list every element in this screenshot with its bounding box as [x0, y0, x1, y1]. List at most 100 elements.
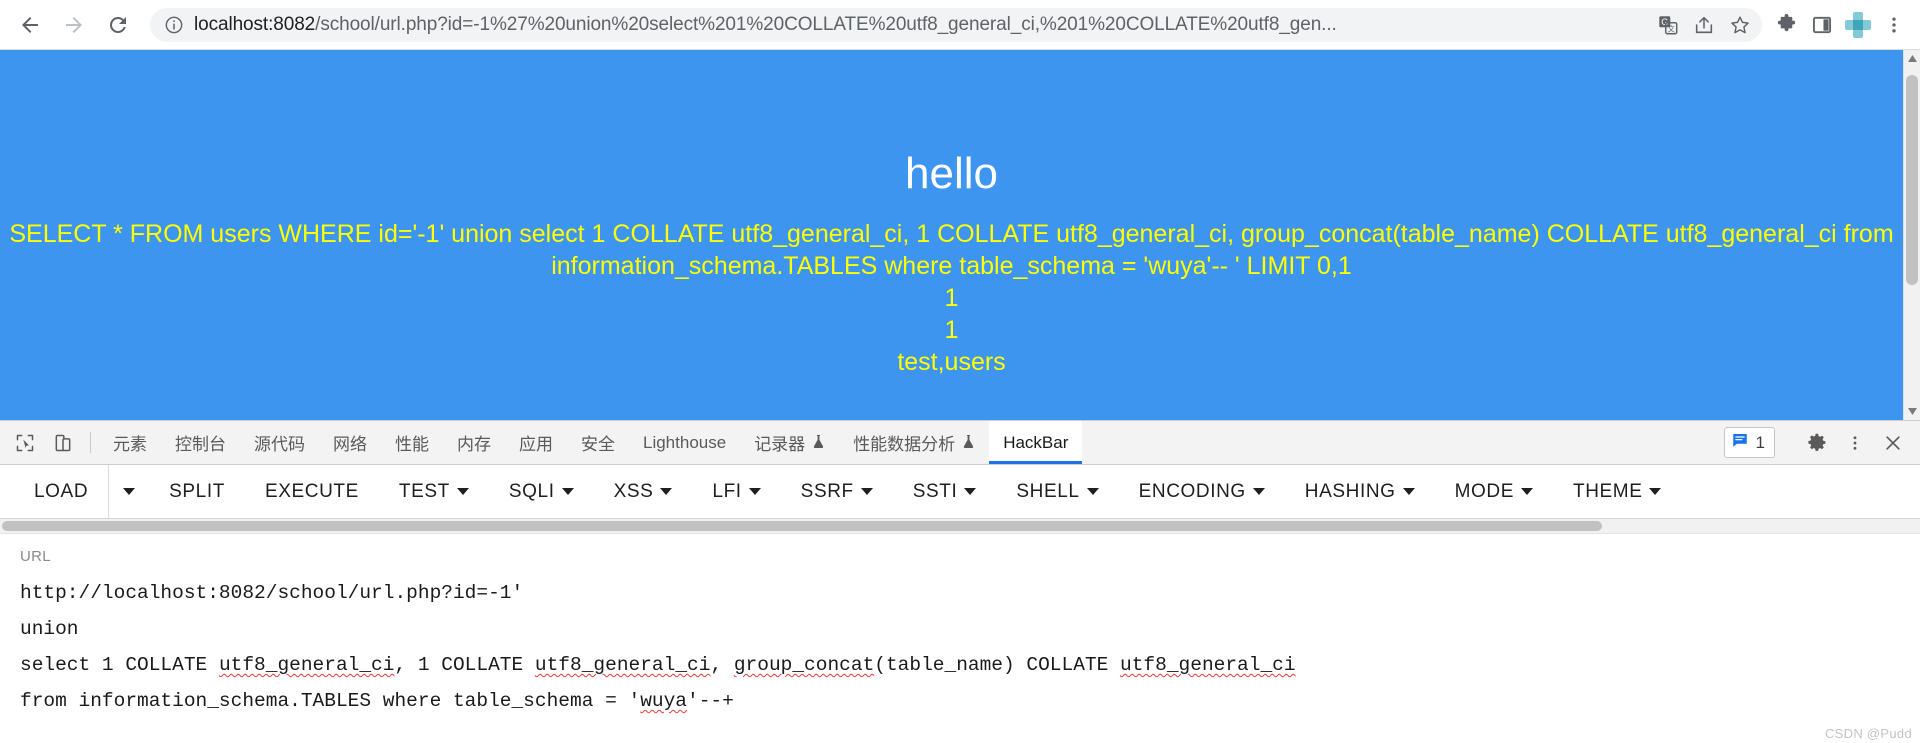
extensions-puzzle-icon[interactable]	[1768, 7, 1804, 43]
hackbar-load-dropdown[interactable]	[108, 465, 149, 518]
scrollbar-track[interactable]	[1904, 67, 1920, 403]
address-bar-url: localhost:8082/school/url.php?id=-1%27%2…	[194, 14, 1337, 36]
url-line: select 1 COLLATE utf8_general_ci, 1 COLL…	[20, 654, 1296, 676]
tab-recorder[interactable]: 记录器	[740, 421, 839, 464]
side-panel-icon[interactable]	[1804, 7, 1840, 43]
hackbar-load-button[interactable]: LOAD	[14, 465, 108, 518]
hackbar-split-button[interactable]: SPLIT	[149, 465, 245, 518]
chevron-down-icon	[123, 488, 136, 495]
hackbar-ssti-button[interactable]: SSTI	[893, 465, 997, 518]
hackbar-hashing-button[interactable]: HASHING	[1285, 465, 1435, 518]
translate-icon[interactable]: G 文	[1650, 7, 1686, 43]
forward-button[interactable]	[55, 6, 93, 44]
hackbar-button-label: HASHING	[1304, 480, 1396, 502]
chevron-down-icon	[1520, 488, 1533, 495]
url-field-label: URL	[20, 548, 51, 565]
console-messages-badge[interactable]: 1	[1723, 427, 1775, 458]
hackbar-horizontal-scrollbar[interactable]	[0, 519, 1920, 534]
back-button[interactable]	[11, 6, 49, 44]
devtools-tool-icons	[6, 421, 82, 464]
toolbar-divider	[90, 432, 91, 453]
sql-query-line-1: SELECT * FROM users WHERE id='-1' union …	[9, 220, 1894, 248]
hackbar-button-label: SHELL	[1016, 480, 1080, 502]
chevron-down-icon	[1649, 488, 1662, 495]
tab-label: 内存	[457, 435, 491, 454]
browser-actions	[1762, 7, 1912, 43]
hackbar-button-label: LFI	[712, 480, 742, 502]
tab-hackbar[interactable]: HackBar	[989, 421, 1083, 464]
close-x-icon[interactable]	[1876, 426, 1910, 460]
hackbar-button-label: SSRF	[800, 480, 854, 502]
browser-window: localhost:8082/school/url.php?id=-1%27%2…	[0, 0, 1920, 743]
experiment-flask-icon	[962, 434, 975, 452]
url-line: http://localhost:8082/school/url.php?id=…	[20, 582, 524, 604]
chevron-down-icon	[748, 488, 761, 495]
hackbar-button-label: XSS	[613, 480, 654, 502]
url-input[interactable]: http://localhost:8082/school/url.php?id=…	[20, 575, 1900, 719]
hackbar-execute-button[interactable]: EXECUTE	[245, 465, 379, 518]
tab-label: 控制台	[175, 435, 226, 454]
devtools-more-menu-icon[interactable]	[1838, 426, 1872, 460]
sql-result-1: 1	[944, 284, 959, 312]
hackbar-shell-button[interactable]: SHELL	[996, 465, 1118, 518]
address-bar-host: localhost:8082	[194, 13, 316, 35]
hackbar-button-label: SQLI	[508, 480, 555, 502]
page-vertical-scrollbar[interactable]	[1903, 50, 1920, 420]
tab-label: 记录器	[754, 435, 806, 454]
tab-performance[interactable]: 性能	[381, 421, 443, 464]
scroll-up-arrow-icon[interactable]	[1904, 50, 1920, 67]
inspect-element-icon[interactable]	[8, 426, 42, 460]
hackbar-sqli-button[interactable]: SQLI	[489, 465, 594, 518]
hackbar-toolbar: LOAD SPLIT EXECUTE TEST SQLI XSS LFI SSRF SSTI SH…	[0, 465, 1920, 519]
hackbar-theme-button[interactable]: THEME	[1553, 465, 1682, 518]
experiment-flask-icon	[812, 434, 825, 452]
chevron-down-icon	[1086, 488, 1099, 495]
scroll-down-arrow-icon[interactable]	[1904, 403, 1920, 420]
hackbar-ssrf-button[interactable]: SSRF	[781, 465, 893, 518]
chevron-down-icon	[1252, 488, 1265, 495]
url-line: from information_schema.TABLES where tab…	[20, 690, 734, 712]
hackbar-button-label: THEME	[1572, 480, 1643, 502]
message-count: 1	[1755, 432, 1765, 452]
hackbar-mode-button[interactable]: MODE	[1435, 465, 1553, 518]
scrollbar-thumb[interactable]	[1905, 75, 1918, 285]
hackbar-encoding-button[interactable]: ENCODING	[1119, 465, 1285, 518]
hackbar-lfi-button[interactable]: LFI	[692, 465, 780, 518]
tab-console[interactable]: 控制台	[161, 421, 240, 464]
devtools-tabbar: 元素 控制台 源代码 网络 性能 内存 应用 安全 Lighthouse 记录器 性能数据分析 Hac…	[0, 421, 1920, 465]
tab-security[interactable]: 安全	[567, 421, 629, 464]
hackbar-scrollbar-thumb[interactable]	[2, 521, 1602, 531]
tab-memory[interactable]: 内存	[443, 421, 505, 464]
message-bubble-icon	[1731, 431, 1749, 454]
tab-lighthouse[interactable]: Lighthouse	[629, 421, 740, 464]
tab-label: 源代码	[254, 435, 305, 454]
tab-label: 性能数据分析	[853, 435, 956, 454]
tab-elements[interactable]: 元素	[99, 421, 161, 464]
reload-button[interactable]	[99, 6, 137, 44]
bookmark-star-icon[interactable]	[1722, 7, 1758, 43]
info-circle-icon[interactable]	[164, 15, 184, 35]
gear-icon[interactable]	[1800, 426, 1834, 460]
hackbar-xss-button[interactable]: XSS	[594, 465, 693, 518]
device-toolbar-icon[interactable]	[46, 426, 80, 460]
share-icon[interactable]	[1686, 7, 1722, 43]
hackbar-button-label: SSTI	[912, 480, 958, 502]
three-dot-menu-icon[interactable]	[1876, 7, 1912, 43]
tab-network[interactable]: 网络	[319, 421, 381, 464]
address-bar[interactable]: localhost:8082/school/url.php?id=-1%27%2…	[150, 7, 1702, 42]
page-title: hello	[905, 149, 998, 198]
tab-label: HackBar	[1003, 432, 1069, 452]
tab-sources[interactable]: 源代码	[240, 421, 319, 464]
chevron-down-icon	[660, 488, 673, 495]
sql-query-line-2: information_schema.TABLES where table_sc…	[551, 252, 1352, 280]
page-viewport: hello SELECT * FROM users WHERE id='-1' …	[0, 50, 1920, 420]
hackbar-test-button[interactable]: TEST	[379, 465, 489, 518]
tab-application[interactable]: 应用	[505, 421, 567, 464]
profile-avatar-icon[interactable]	[1840, 7, 1876, 43]
tab-label: 性能	[395, 435, 429, 454]
chevron-down-icon	[860, 488, 873, 495]
hackbar-button-label: ENCODING	[1138, 480, 1246, 502]
sql-result-3: test,users	[897, 348, 1006, 376]
hackbar-button-label: EXECUTE	[264, 480, 359, 502]
tab-performance-insights[interactable]: 性能数据分析	[839, 421, 989, 464]
